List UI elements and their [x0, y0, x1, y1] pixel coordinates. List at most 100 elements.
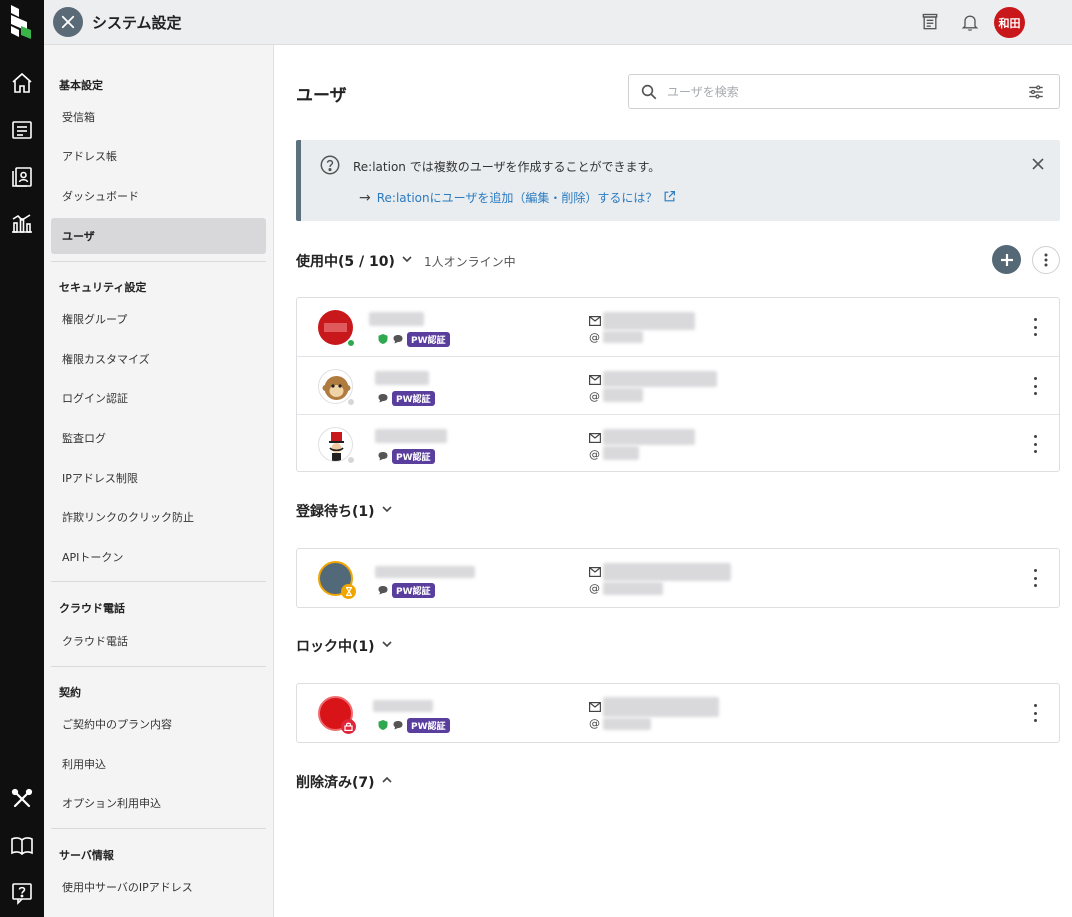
sidebar-divider — [51, 666, 266, 667]
more-options-button[interactable] — [1032, 246, 1060, 274]
row-more-icon[interactable] — [1030, 377, 1040, 395]
sidebar-item-address-book[interactable]: アドレス帳 — [51, 138, 266, 174]
info-text: Re:lation では複数のユーザを作成することができます。 — [353, 160, 661, 174]
at-symbol: @ — [589, 331, 600, 344]
sidebar-item-permission-customize[interactable]: 権限カスタマイズ — [51, 341, 266, 377]
redacted-name — [369, 312, 424, 326]
sidebar-item-option-application[interactable]: オプション利用申込 — [51, 785, 266, 821]
group-deleted-toggle[interactable]: 削除済み(7) — [296, 772, 393, 792]
top-header: システム設定 — [44, 0, 1072, 45]
user-tags: PW認証 — [377, 716, 450, 735]
help-link-text[interactable]: Re:lationにユーザを追加（編集・削除）するには？ — [377, 189, 658, 206]
sidebar-item-cloud-phone[interactable]: クラウド電話 — [51, 623, 266, 659]
sidebar-divider — [51, 828, 266, 829]
chevron-down-icon — [401, 253, 413, 269]
group-active-label: 使用中(5 / 10) — [296, 254, 395, 270]
redacted-email — [603, 371, 717, 387]
sidebar-item-login-auth[interactable]: ログイン認証 — [51, 380, 266, 416]
row-more-icon[interactable] — [1030, 704, 1040, 722]
group-active-toggle[interactable]: 使用中(5 / 10) — [296, 251, 413, 271]
pw-auth-badge: PW認証 — [407, 718, 450, 733]
chat-icon — [392, 330, 404, 349]
mail-icon — [589, 429, 603, 446]
announcement-icon[interactable] — [917, 9, 943, 35]
app-rail — [0, 0, 44, 917]
sidebar-divider — [51, 581, 266, 582]
row-more-icon[interactable] — [1030, 435, 1040, 453]
row-more-icon[interactable] — [1030, 318, 1040, 336]
sidebar-item-plan[interactable]: ご契約中のプラン内容 — [51, 706, 266, 742]
search-input[interactable] — [667, 83, 1007, 101]
chevron-down-icon — [381, 503, 393, 519]
filter-settings-icon[interactable] — [1027, 83, 1045, 105]
sidebar-item-application[interactable]: 利用申込 — [51, 746, 266, 782]
manual-book-icon[interactable] — [6, 830, 38, 862]
current-user-avatar[interactable]: 和田 — [994, 7, 1025, 38]
shield-icon — [377, 716, 389, 735]
table-row[interactable]: PW認証 @ — [297, 356, 1059, 414]
system-settings-icon — [53, 7, 83, 37]
sidebar-item-phishing-protection[interactable]: 詐欺リンクのクリック防止 — [51, 499, 266, 535]
sidebar-item-inbox[interactable]: 受信箱 — [51, 99, 266, 135]
table-row[interactable]: PW認証 @ — [297, 414, 1059, 472]
sidebar-item-api-token[interactable]: APIトークン — [51, 539, 266, 575]
user-search — [628, 74, 1060, 109]
table-row[interactable]: PW認証 @ — [297, 549, 1059, 607]
group-deleted-label: 削除済み(7) — [296, 775, 375, 791]
sidebar-section-title: 基本設定 — [59, 79, 103, 92]
sidebar-item-dashboard[interactable]: ダッシュボード — [51, 178, 266, 214]
sidebar-item-users[interactable]: ユーザ — [51, 218, 266, 254]
sidebar-section-title: セキュリティ設定 — [59, 281, 147, 294]
sidebar-divider — [51, 261, 266, 262]
contact-info: @ — [589, 698, 603, 732]
dashboard-icon[interactable] — [6, 207, 38, 239]
chat-icon — [377, 447, 389, 466]
at-symbol: @ — [589, 717, 600, 730]
settings-tools-icon[interactable] — [6, 783, 38, 815]
sidebar-item-audit-log[interactable]: 監査ログ — [51, 420, 266, 456]
address-book-icon[interactable] — [6, 161, 38, 193]
group-pending-label: 登録待ち(1) — [296, 504, 375, 520]
redacted-id — [603, 446, 639, 460]
redacted-id — [603, 388, 643, 402]
user-tags: PW認証 — [377, 447, 435, 466]
offline-status-dot — [347, 456, 355, 464]
group-locked-toggle[interactable]: ロック中(1) — [296, 636, 393, 656]
info-banner: Re:lation では複数のユーザを作成することができます。 → Re:lat… — [296, 140, 1060, 221]
help-link[interactable]: → Re:lationにユーザを追加（編集・削除）するには？ — [359, 189, 676, 206]
redacted-id — [603, 718, 651, 730]
redacted-name — [375, 566, 475, 578]
offline-status-dot — [347, 398, 355, 406]
contact-info: @ — [589, 563, 603, 597]
help-icon[interactable] — [6, 877, 38, 909]
page-title: ユーザ — [296, 86, 347, 106]
shield-icon — [377, 330, 389, 349]
add-user-button[interactable] — [992, 245, 1021, 274]
close-icon[interactable] — [1031, 156, 1045, 175]
chat-icon — [392, 716, 404, 735]
pending-users-card: PW認証 @ — [296, 548, 1060, 608]
chat-icon — [377, 581, 389, 600]
main-content: ユーザ Re:lation では複数のユーザを作成することができます。 → Re… — [274, 45, 1072, 917]
redacted-id — [603, 331, 643, 343]
chat-icon — [377, 389, 389, 408]
sidebar-item-permission-groups[interactable]: 権限グループ — [51, 301, 266, 337]
sidebar-item-server-ip[interactable]: 使用中サーバのIPアドレス — [51, 869, 266, 905]
mail-icon — [589, 371, 603, 388]
search-icon — [640, 83, 658, 105]
redacted-name — [375, 371, 429, 385]
pw-auth-badge: PW認証 — [407, 332, 450, 347]
sidebar-item-ip-restriction[interactable]: IPアドレス制限 — [51, 460, 266, 496]
lock-icon — [341, 719, 356, 734]
redacted-email — [603, 697, 719, 717]
inbox-icon[interactable] — [6, 114, 38, 146]
app-logo[interactable] — [7, 5, 35, 39]
notification-bell-icon[interactable] — [957, 9, 983, 35]
online-count: 1人オンライン中 — [424, 255, 516, 269]
row-more-icon[interactable] — [1030, 569, 1040, 587]
group-pending-toggle[interactable]: 登録待ち(1) — [296, 501, 393, 521]
table-row[interactable]: PW認証 @ — [297, 298, 1059, 356]
table-row[interactable]: PW認証 @ — [297, 684, 1059, 742]
mail-icon — [589, 312, 603, 329]
home-icon[interactable] — [6, 67, 38, 99]
